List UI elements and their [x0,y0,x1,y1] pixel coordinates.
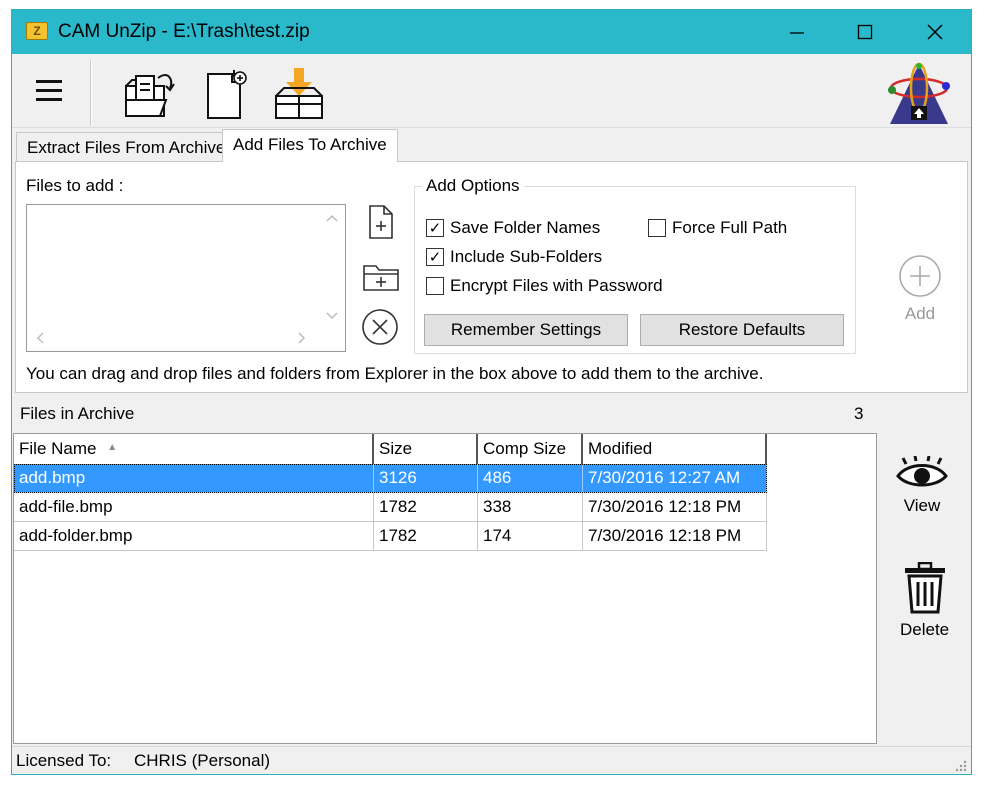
add-button-label: Add [904,304,936,323]
horizontal-scrollbar[interactable] [31,329,321,347]
tab-add[interactable]: Add Files To Archive [222,129,398,162]
app-window: Z CAM UnZip - E:\Trash\test.zip Extract … [11,9,972,775]
files-in-archive-label: Files in Archive [20,404,135,423]
save-folder-names-option[interactable]: ✓ Save Folder Names [426,218,600,238]
archive-file-grid[interactable]: File Name ▲ Size Comp Size Modified add.… [13,433,877,744]
col-file-name-label: File Name [19,439,97,458]
cell-comp-size: 486 [478,464,583,493]
scroll-arrows-icon [326,214,338,320]
files-to-add-label: Files to add : [26,176,124,195]
encrypt-label: Encrypt Files with Password [450,276,663,295]
vertical-scrollbar[interactable] [323,209,341,327]
hamburger-icon[interactable] [36,78,64,109]
drag-drop-hint: You can drag and drop files and folders … [26,364,764,383]
add-circle-icon [899,255,941,297]
cell-file-name: add.bmp [14,464,374,493]
licensee-name: CHRIS (Personal) [134,751,271,770]
cell-file-name: add-folder.bmp [14,522,374,551]
view-button[interactable]: View [896,456,948,516]
add-file-icon[interactable] [366,204,396,245]
table-row[interactable]: add-file.bmp 1782 338 7/30/2016 12:18 PM [14,493,767,522]
table-row[interactable]: add.bmp 3126 486 7/30/2016 12:27 AM [14,464,767,493]
app-icon: Z [26,22,48,40]
maximize-icon [857,24,873,40]
restore-defaults-button[interactable]: Restore Defaults [640,314,844,346]
cell-modified: 7/30/2016 12:18 PM [583,493,767,522]
add-options-title: Add Options [422,176,524,196]
col-modified[interactable]: Modified [583,434,767,464]
include-sub-folders-checkbox[interactable]: ✓ [426,248,444,266]
minimize-button[interactable] [768,10,826,54]
window-title: CAM UnZip - E:\Trash\test.zip [58,21,310,42]
new-archive-icon[interactable] [204,68,250,127]
include-sub-folders-label: Include Sub-Folders [450,247,603,266]
col-comp-size[interactable]: Comp Size [478,434,583,464]
remember-settings-button[interactable]: Remember Settings [424,314,628,346]
force-full-path-option[interactable]: Force Full Path [648,218,787,238]
add-files-panel: Files to add : Add Options ✓ Save Folder… [15,161,968,393]
cell-comp-size: 174 [478,522,583,551]
close-button[interactable] [906,10,964,54]
maximize-button[interactable] [836,10,894,54]
extract-folder-icon[interactable] [124,66,176,125]
col-file-name[interactable]: File Name ▲ [14,434,374,464]
table-row[interactable]: add-folder.bmp 1782 174 7/30/2016 12:18 … [14,522,767,551]
remove-icon[interactable] [361,308,399,351]
cell-size: 3126 [374,464,478,493]
file-count: 3 [854,404,864,423]
add-to-box-icon[interactable] [272,66,326,127]
cam-unzip-logo-icon [888,62,950,131]
force-full-path-label: Force Full Path [672,218,788,237]
licensed-to-label: Licensed To: [16,751,112,770]
delete-button-label: Delete [900,620,950,639]
status-bar: Licensed To: CHRIS (Personal) [12,746,971,774]
cell-comp-size: 338 [478,493,583,522]
scroll-arrows-h-icon [36,332,306,344]
cell-size: 1782 [374,522,478,551]
save-folder-names-checkbox[interactable]: ✓ [426,219,444,237]
files-to-add-list[interactable] [26,204,346,352]
cell-modified: 7/30/2016 12:18 PM [583,522,767,551]
delete-button[interactable]: Delete [900,562,949,640]
col-size[interactable]: Size [374,434,478,464]
title-bar[interactable]: Z CAM UnZip - E:\Trash\test.zip [12,10,971,54]
minimize-icon [790,32,804,34]
save-folder-names-label: Save Folder Names [450,218,601,237]
cell-file-name: add-file.bmp [14,493,374,522]
tab-extract[interactable]: Extract Files From Archive [16,132,237,162]
cell-size: 1782 [374,493,478,522]
toolbar-separator [90,60,92,126]
force-full-path-checkbox[interactable] [648,219,666,237]
view-button-label: View [903,496,941,515]
add-folder-icon[interactable] [362,262,400,297]
include-sub-folders-option[interactable]: ✓ Include Sub-Folders [426,247,602,267]
close-icon [927,24,943,40]
eye-icon [896,456,948,487]
trash-icon [904,562,945,614]
sort-ascending-icon: ▲ [107,442,118,453]
cell-modified: 7/30/2016 12:27 AM [583,464,767,493]
encrypt-checkbox[interactable] [426,277,444,295]
add-button[interactable]: Add [898,254,942,324]
encrypt-option[interactable]: Encrypt Files with Password [426,276,663,296]
resize-grip-icon[interactable] [954,759,968,773]
